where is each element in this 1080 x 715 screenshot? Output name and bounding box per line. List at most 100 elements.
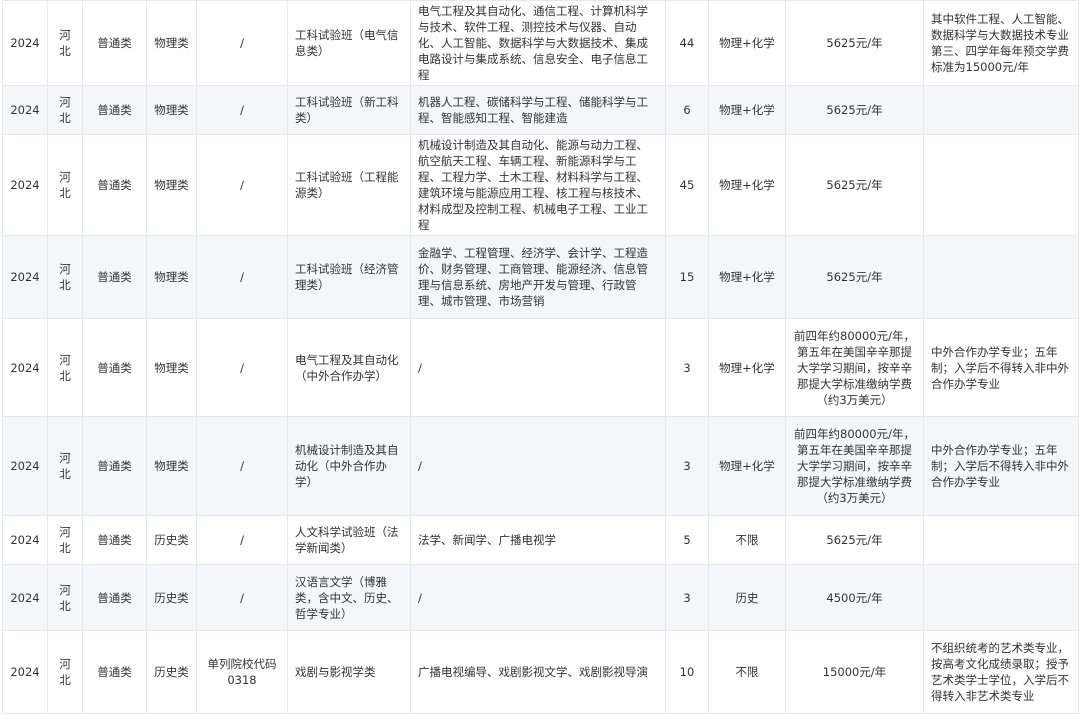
note-cell bbox=[923, 85, 1079, 135]
table-row: 2024 河北 普通类 物理类 / 工科试验班（电气信息类） 电气工程及其自动化… bbox=[2, 0, 1079, 86]
major-cell: 工科试验班（经济管理类） bbox=[287, 235, 411, 319]
code-cell: / bbox=[196, 85, 288, 135]
year-cell: 2024 bbox=[2, 416, 48, 516]
category-cell: 物理类 bbox=[146, 235, 197, 319]
major-cell: 人文科学试验班（法学新闻类） bbox=[287, 515, 411, 565]
year-cell: 2024 bbox=[2, 318, 48, 417]
note-cell: 不组织统考的艺术类专业，按高考文化成绩录取；授予艺术类学士学位，入学后不得转入非… bbox=[923, 630, 1079, 714]
tuition-cell: 5625元/年 bbox=[785, 515, 924, 565]
province-cell: 河北 bbox=[47, 416, 83, 516]
tuition-cell: 5625元/年 bbox=[785, 235, 924, 319]
includes-cell: / bbox=[410, 416, 666, 516]
province-cell: 河北 bbox=[47, 515, 83, 565]
year-cell: 2024 bbox=[2, 564, 48, 631]
province-cell: 河北 bbox=[47, 0, 83, 86]
category-cell: 历史类 bbox=[146, 515, 197, 565]
subjects-cell: 物理+化学 bbox=[708, 0, 786, 86]
subjects-cell: 物理+化学 bbox=[708, 318, 786, 417]
table-row: 2024 河北 普通类 历史类 / 人文科学试验班（法学新闻类） 法学、新闻学、… bbox=[2, 515, 1079, 565]
province-cell: 河北 bbox=[47, 564, 83, 631]
includes-cell: 机器人工程、碳储科学与工程、储能科学与工程、智能感知工程、智能建造 bbox=[410, 85, 666, 135]
batch-cell: 普通类 bbox=[82, 515, 147, 565]
tuition-cell: 15000元/年 bbox=[785, 630, 924, 714]
batch-cell: 普通类 bbox=[82, 564, 147, 631]
code-cell: / bbox=[196, 318, 288, 417]
category-cell: 物理类 bbox=[146, 416, 197, 516]
code-cell: / bbox=[196, 0, 288, 86]
note-cell bbox=[923, 134, 1079, 236]
table-row: 2024 河北 普通类 历史类 单列院校代码0318 戏剧与影视学类 广播电视编… bbox=[2, 630, 1079, 714]
code-cell: / bbox=[196, 515, 288, 565]
code-cell: / bbox=[196, 416, 288, 516]
plan-cell: 44 bbox=[665, 0, 709, 86]
table-row: 2024 河北 普通类 物理类 / 工科试验班（经济管理类） 金融学、工程管理、… bbox=[2, 235, 1079, 319]
table-row: 2024 河北 普通类 物理类 / 机械设计制造及其自动化（中外合作办学） / … bbox=[2, 416, 1079, 516]
admission-plan-table: 2024 河北 普通类 物理类 / 工科试验班（电气信息类） 电气工程及其自动化… bbox=[2, 0, 1079, 714]
major-cell: 工科试验班（电气信息类） bbox=[287, 0, 411, 86]
major-cell: 戏剧与影视学类 bbox=[287, 630, 411, 714]
note-cell bbox=[923, 564, 1079, 631]
includes-cell: 机械设计制造及其自动化、能源与动力工程、航空航天工程、车辆工程、新能源科学与工程… bbox=[410, 134, 666, 236]
year-cell: 2024 bbox=[2, 515, 48, 565]
plan-cell: 3 bbox=[665, 318, 709, 417]
plan-cell: 3 bbox=[665, 416, 709, 516]
includes-cell: / bbox=[410, 318, 666, 417]
subjects-cell: 历史 bbox=[708, 564, 786, 631]
province-cell: 河北 bbox=[47, 85, 83, 135]
category-cell: 物理类 bbox=[146, 134, 197, 236]
province-cell: 河北 bbox=[47, 134, 83, 236]
category-cell: 物理类 bbox=[146, 0, 197, 86]
major-cell: 汉语言文学（博雅类，含中文、历史、哲学专业） bbox=[287, 564, 411, 631]
note-cell: 中外合作办学专业；五年制；入学后不得转入非中外合作办学专业 bbox=[923, 318, 1079, 417]
includes-cell: 法学、新闻学、广播电视学 bbox=[410, 515, 666, 565]
major-cell: 工科试验班（工程能源类） bbox=[287, 134, 411, 236]
year-cell: 2024 bbox=[2, 85, 48, 135]
plan-cell: 3 bbox=[665, 564, 709, 631]
year-cell: 2024 bbox=[2, 630, 48, 714]
tuition-cell: 5625元/年 bbox=[785, 0, 924, 86]
tuition-cell: 前四年约80000元/年，第五年在美国辛辛那提大学学习期间，按辛辛那提大学标准缴… bbox=[785, 318, 924, 417]
category-cell: 历史类 bbox=[146, 564, 197, 631]
batch-cell: 普通类 bbox=[82, 85, 147, 135]
subjects-cell: 物理+化学 bbox=[708, 416, 786, 516]
includes-cell: 广播电视编导、戏剧影视文学、戏剧影视导演 bbox=[410, 630, 666, 714]
includes-cell: / bbox=[410, 564, 666, 631]
includes-cell: 电气工程及其自动化、通信工程、计算机科学与技术、软件工程、测控技术与仪器、自动化… bbox=[410, 0, 666, 86]
note-cell bbox=[923, 515, 1079, 565]
table-row: 2024 河北 普通类 物理类 / 工科试验班（新工科类） 机器人工程、碳储科学… bbox=[2, 85, 1079, 135]
subjects-cell: 物理+化学 bbox=[708, 85, 786, 135]
tuition-cell: 5625元/年 bbox=[785, 134, 924, 236]
code-cell: / bbox=[196, 564, 288, 631]
year-cell: 2024 bbox=[2, 235, 48, 319]
plan-cell: 5 bbox=[665, 515, 709, 565]
code-cell: / bbox=[196, 235, 288, 319]
major-cell: 电气工程及其自动化（中外合作办学） bbox=[287, 318, 411, 417]
plan-cell: 45 bbox=[665, 134, 709, 236]
table-row: 2024 河北 普通类 历史类 / 汉语言文学（博雅类，含中文、历史、哲学专业）… bbox=[2, 564, 1079, 631]
year-cell: 2024 bbox=[2, 0, 48, 86]
subjects-cell: 物理+化学 bbox=[708, 235, 786, 319]
note-cell: 中外合作办学专业；五年制；入学后不得转入非中外合作办学专业 bbox=[923, 416, 1079, 516]
batch-cell: 普通类 bbox=[82, 235, 147, 319]
plan-cell: 6 bbox=[665, 85, 709, 135]
includes-cell: 金融学、工程管理、经济学、会计学、工程造价、财务管理、工商管理、能源经济、信息管… bbox=[410, 235, 666, 319]
batch-cell: 普通类 bbox=[82, 630, 147, 714]
province-cell: 河北 bbox=[47, 318, 83, 417]
code-cell: 单列院校代码0318 bbox=[196, 630, 288, 714]
plan-cell: 15 bbox=[665, 235, 709, 319]
category-cell: 物理类 bbox=[146, 85, 197, 135]
category-cell: 物理类 bbox=[146, 318, 197, 417]
year-cell: 2024 bbox=[2, 134, 48, 236]
tuition-cell: 前四年约80000元/年，第五年在美国辛辛那提大学学习期间，按辛辛那提大学标准缴… bbox=[785, 416, 924, 516]
batch-cell: 普通类 bbox=[82, 318, 147, 417]
subjects-cell: 不限 bbox=[708, 515, 786, 565]
note-cell: 其中软件工程、人工智能、数据科学与大数据技术专业第三、四学年每年预交学费标准为1… bbox=[923, 0, 1079, 86]
province-cell: 河北 bbox=[47, 235, 83, 319]
batch-cell: 普通类 bbox=[82, 134, 147, 236]
batch-cell: 普通类 bbox=[82, 0, 147, 86]
subjects-cell: 不限 bbox=[708, 630, 786, 714]
category-cell: 历史类 bbox=[146, 630, 197, 714]
tuition-cell: 5625元/年 bbox=[785, 85, 924, 135]
major-cell: 工科试验班（新工科类） bbox=[287, 85, 411, 135]
plan-cell: 10 bbox=[665, 630, 709, 714]
